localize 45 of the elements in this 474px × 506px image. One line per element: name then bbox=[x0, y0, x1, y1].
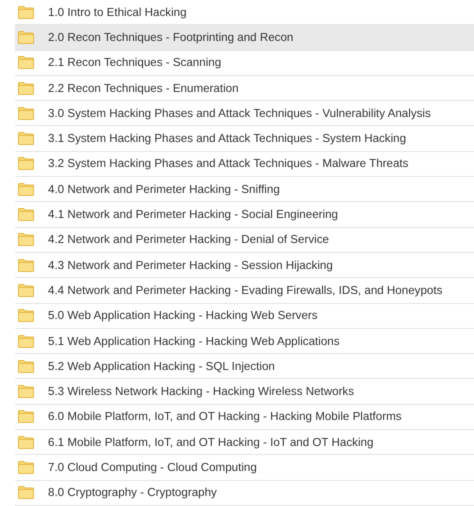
folder-name: 6.0 Mobile Platform, IoT, and OT Hacking - Hacking Mobile Platforms bbox=[48, 410, 402, 424]
folder-icon bbox=[18, 385, 34, 398]
folder-icon bbox=[18, 182, 34, 196]
folder-icon bbox=[18, 30, 34, 44]
folder-name: 7.0 Cloud Computing - Cloud Computing bbox=[48, 460, 257, 474]
folder-icon bbox=[18, 284, 34, 297]
folder-name: 4.0 Network and Perimeter Hacking - Sniffing bbox=[48, 182, 280, 196]
folder-icon bbox=[18, 334, 34, 348]
folder-name: 5.1 Web Application Hacking - Hacking Web Applications bbox=[48, 334, 340, 348]
folder-icon bbox=[18, 436, 34, 449]
folder-icon bbox=[18, 56, 34, 70]
folder-icon bbox=[18, 106, 34, 120]
folder-name: 4.4 Network and Perimeter Hacking - Evading Firewalls, IDS, and Honeypots bbox=[48, 284, 442, 297]
folder-name: 3.2 System Hacking Phases and Attack Techniques - Malware Threats bbox=[48, 157, 408, 170]
folder-name: 3.0 System Hacking Phases and Attack Techniques - Vulnerability Analysis bbox=[48, 106, 431, 120]
folder-name: 2.1 Recon Techniques - Scanning bbox=[48, 56, 222, 70]
folder-name: 1.0 Intro to Ethical Hacking bbox=[48, 6, 187, 19]
folder-name: 4.2 Network and Perimeter Hacking - Denial of Service bbox=[48, 233, 329, 246]
folder-icon bbox=[18, 258, 34, 272]
folder-icon bbox=[18, 460, 34, 474]
folder-icon bbox=[18, 157, 34, 170]
folder-name: 3.1 System Hacking Phases and Attack Techniques - System Hacking bbox=[48, 132, 406, 146]
folder-row[interactable]: 2.0 Recon Techniques - Footprinting and Recon bbox=[15, 25, 474, 51]
folder-icon bbox=[18, 410, 34, 424]
folder-name: 2.0 Recon Techniques - Footprinting and Recon bbox=[48, 30, 294, 44]
folder-icon bbox=[18, 309, 34, 322]
folder-row[interactable]: 4.2 Network and Perimeter Hacking - Denial of Service bbox=[15, 228, 474, 253]
folder-name: 4.3 Network and Perimeter Hacking - Session Hijacking bbox=[48, 258, 333, 272]
folder-name: 2.2 Recon Techniques - Enumeration bbox=[48, 82, 239, 95]
folder-name: 5.3 Wireless Network Hacking - Hacking Wireless Networks bbox=[48, 385, 354, 398]
folder-name: 5.0 Web Application Hacking - Hacking Web Servers bbox=[48, 309, 318, 322]
folder-name: 8.0 Cryptography - Cryptography bbox=[48, 486, 217, 500]
folder-icon bbox=[18, 360, 34, 373]
folder-name: 5.2 Web Application Hacking - SQL Injection bbox=[48, 360, 275, 373]
folder-icon bbox=[18, 6, 34, 19]
folder-name: 4.1 Network and Perimeter Hacking - Social Engineering bbox=[48, 208, 338, 222]
folder-icon bbox=[18, 486, 34, 500]
folder-icon bbox=[18, 132, 34, 146]
folder-icon bbox=[18, 82, 34, 95]
folder-row[interactable]: 8.0 Cryptography - Cryptography bbox=[15, 480, 474, 506]
folder-icon bbox=[18, 208, 34, 222]
folder-row[interactable]: 5.0 Web Application Hacking - Hacking Web Servers bbox=[15, 304, 474, 329]
folder-row[interactable]: 2.1 Recon Techniques - Scanning bbox=[15, 50, 474, 76]
folder-name: 6.1 Mobile Platform, IoT, and OT Hacking - IoT and OT Hacking bbox=[48, 436, 374, 449]
folder-icon bbox=[18, 233, 34, 246]
